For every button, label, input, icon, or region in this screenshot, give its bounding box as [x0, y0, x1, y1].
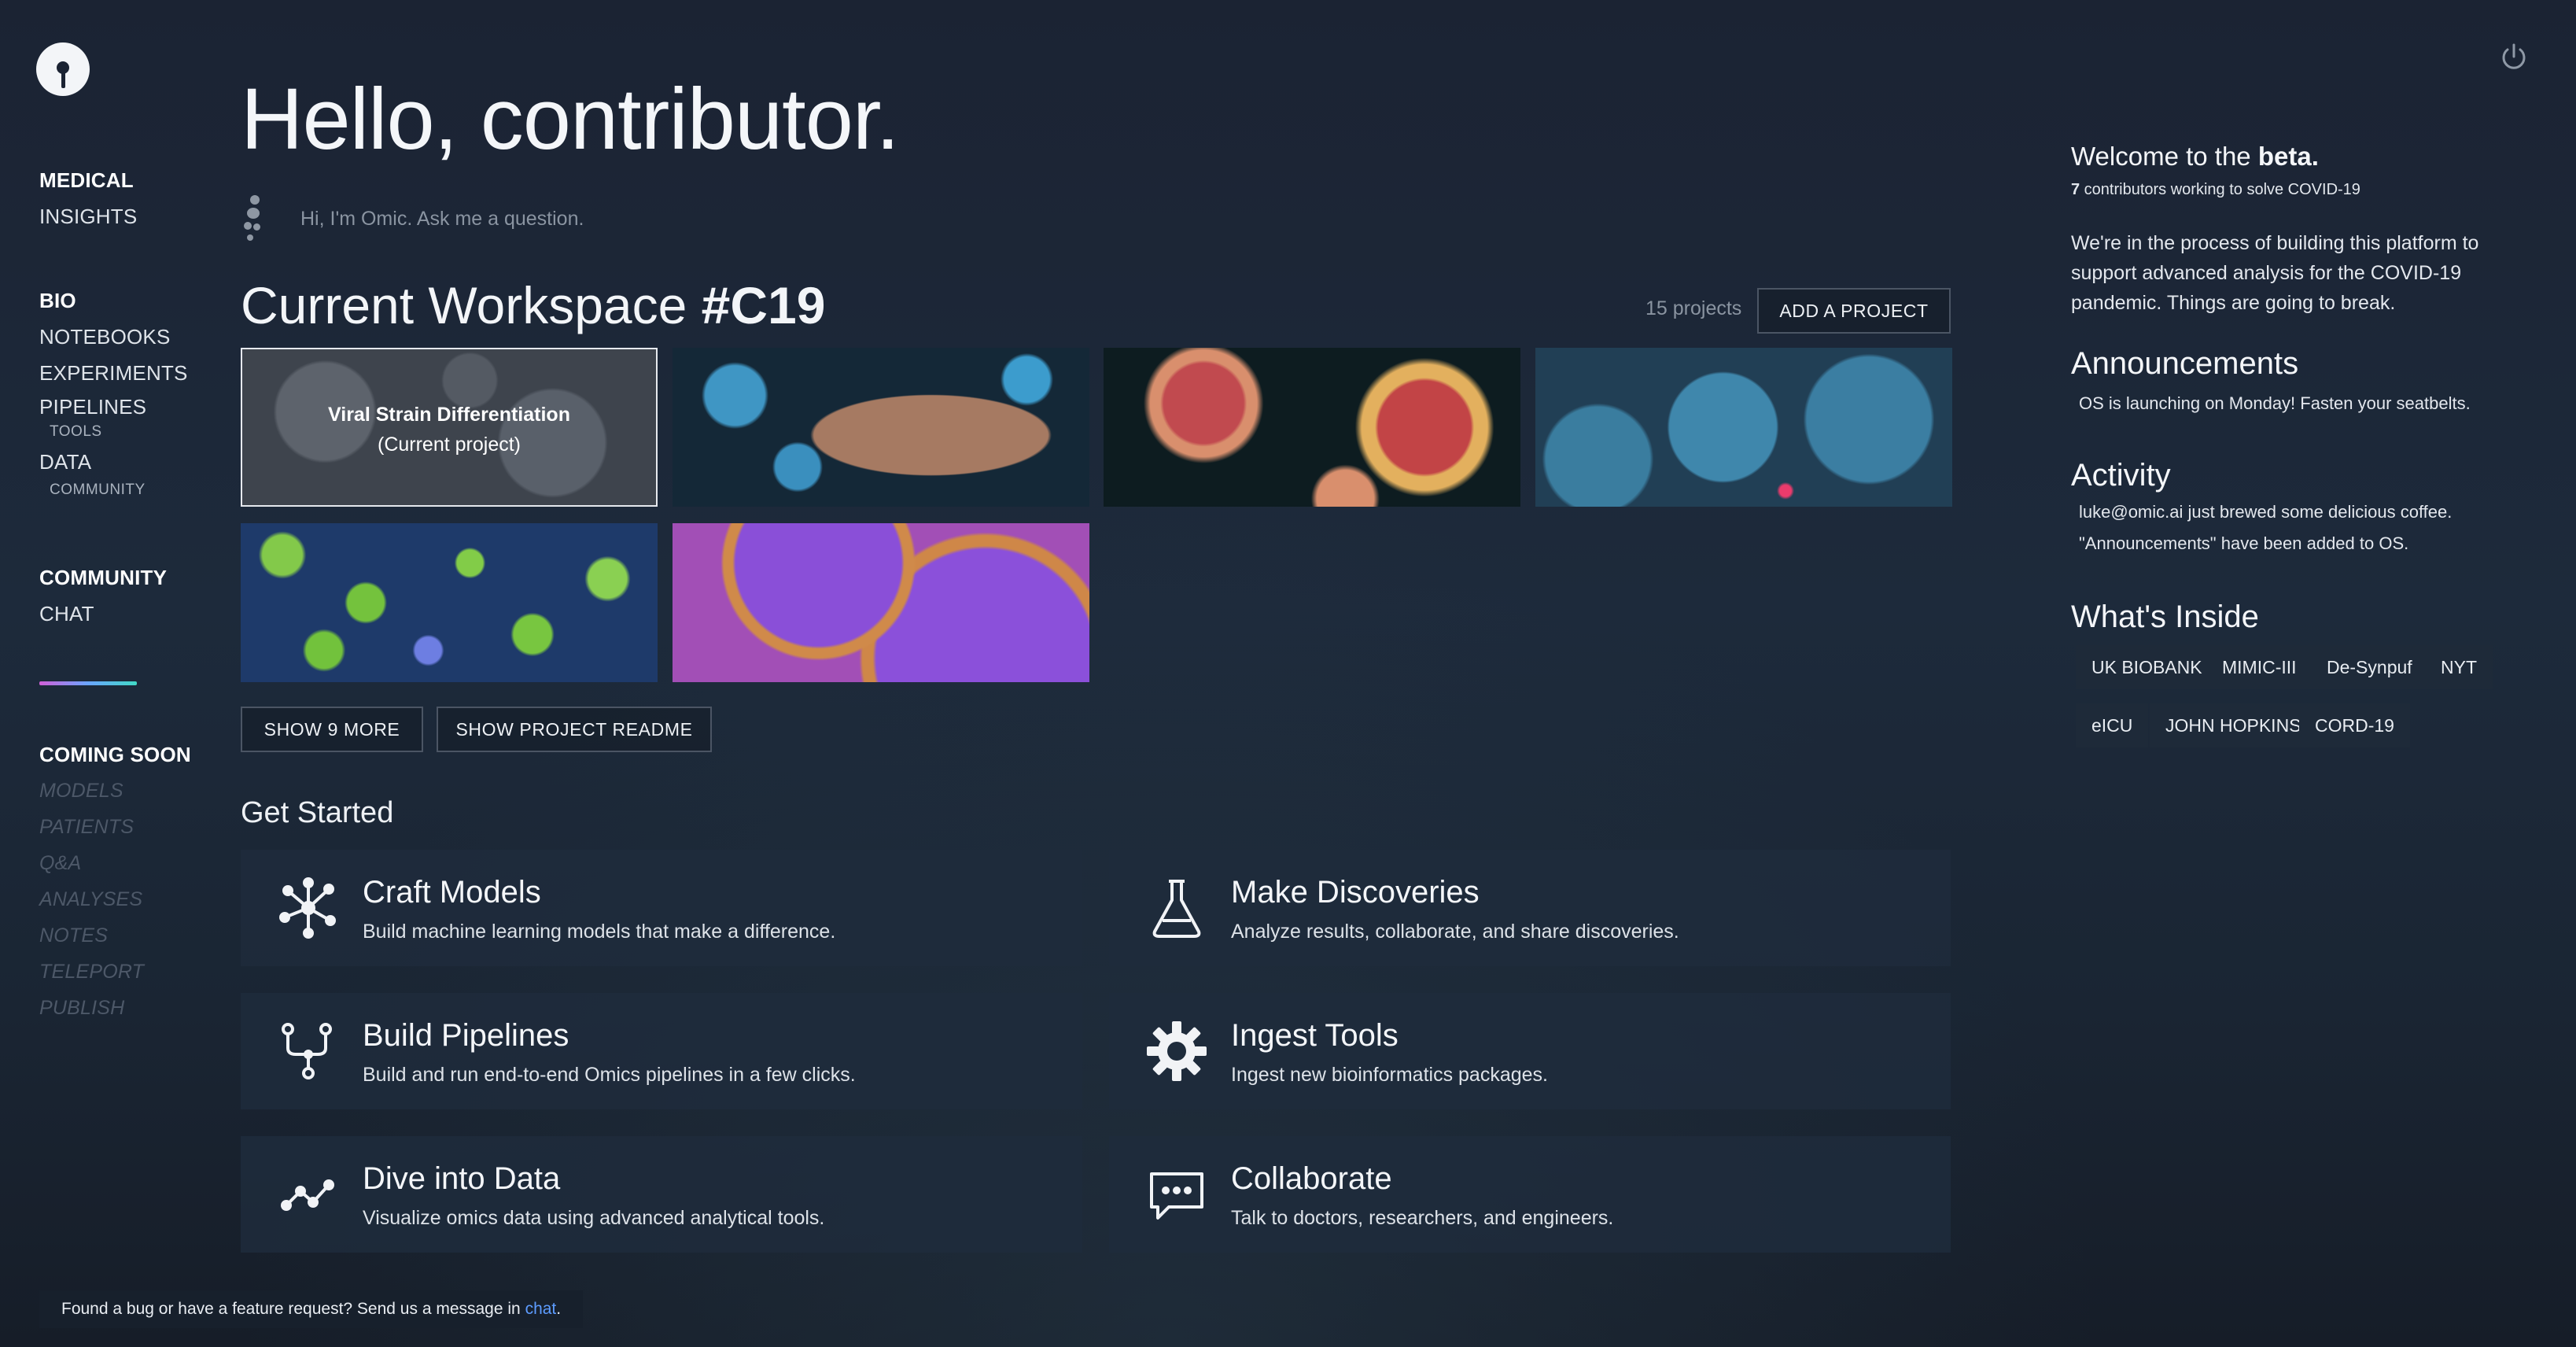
card-desc: Visualize omics data using advanced anal… — [363, 1207, 825, 1229]
chat-link[interactable]: chat — [525, 1300, 557, 1318]
greeting-title: Hello, contributor. — [241, 71, 900, 168]
card-craft-models[interactable]: Craft Models Build machine learning mode… — [241, 850, 1082, 966]
sidebar-item-chat[interactable]: CHAT — [39, 596, 167, 632]
power-icon[interactable] — [2498, 41, 2530, 72]
dataset-chip-de-synpuf[interactable]: De-Synpuf — [2311, 645, 2428, 689]
show-more-button[interactable]: SHOW 9 MORE — [241, 707, 423, 752]
workspace-tag: #C19 — [701, 276, 826, 334]
omic-logo[interactable] — [36, 42, 90, 96]
sidebar-item-notebooks[interactable]: NOTEBOOKS — [39, 319, 188, 355]
sidebar-subitem-tools[interactable]: TOOLS — [50, 423, 188, 441]
soon-item-models: MODELS — [39, 780, 123, 802]
soon-item-patients: PATIENTS — [39, 816, 135, 838]
card-title: Make Discoveries — [1231, 875, 1480, 910]
card-dive-into-data[interactable]: Dive into Data Visualize omics data usin… — [241, 1136, 1082, 1253]
project-tile[interactable] — [673, 348, 1089, 507]
contributors-count: 7 — [2071, 181, 2080, 198]
card-title: Build Pipelines — [363, 1018, 569, 1053]
pipeline-icon — [277, 1020, 340, 1083]
line-chart-icon — [277, 1163, 340, 1226]
soon-item-teleport: TELEPORT — [39, 961, 145, 983]
project-tile[interactable] — [1535, 348, 1952, 507]
announcement-text: OS is launching on Monday! Fasten your s… — [2079, 393, 2471, 413]
dataset-chip-mimic[interactable]: MIMIC-III — [2206, 645, 2313, 689]
sidebar-item-insights[interactable]: INSIGHTS — [39, 198, 137, 234]
soon-item-notes: NOTES — [39, 924, 109, 947]
welcome-prefix: Welcome to the — [2071, 142, 2258, 171]
omic-bot-icon — [241, 194, 264, 244]
feedback-banner: Found a bug or have a feature request? S… — [39, 1290, 584, 1328]
project-count: 15 projects — [1645, 297, 1742, 319]
sidebar-head-bio: BIO — [39, 289, 76, 312]
welcome-heading: Welcome to the beta. — [2071, 142, 2319, 172]
sidebar-head-community: COMMUNITY — [39, 566, 168, 589]
workspace-title-prefix: Current Workspace — [241, 276, 687, 334]
sidebar-bio: BIO NOTEBOOKS EXPERIMENTS PIPELINES TOOL… — [39, 282, 188, 498]
card-title: Collaborate — [1231, 1161, 1392, 1196]
assistant-prompt[interactable]: Hi, I'm Omic. Ask me a question. — [241, 194, 584, 244]
sidebar-subitem-community[interactable]: COMMUNITY — [50, 482, 188, 498]
announcements-title: Announcements — [2071, 346, 2299, 381]
workspace-title: Current Workspace #C19 — [241, 275, 825, 335]
beta-blurb: We're in the process of building this pl… — [2071, 232, 2479, 314]
feedback-end: . — [556, 1300, 562, 1318]
assistant-placeholder[interactable]: Hi, I'm Omic. Ask me a question. — [300, 208, 584, 231]
card-desc: Talk to doctors, researchers, and engine… — [1231, 1207, 1614, 1229]
sidebar-nav: MEDICAL INSIGHTS — [39, 162, 137, 234]
activity-item: "Announcements" have been added to OS. — [2079, 533, 2409, 553]
show-readme-button[interactable]: SHOW PROJECT README — [437, 707, 712, 752]
card-build-pipelines[interactable]: Build Pipelines Build and run end-to-end… — [241, 993, 1082, 1109]
dataset-chip-cord-19[interactable]: CORD-19 — [2299, 703, 2410, 747]
welcome-beta: beta. — [2257, 142, 2319, 171]
card-make-discoveries[interactable]: Make Discoveries Analyze results, collab… — [1109, 850, 1951, 966]
card-desc: Ingest new bioinformatics packages. — [1231, 1064, 1548, 1086]
card-desc: Build and run end-to-end Omics pipelines… — [363, 1064, 856, 1086]
soon-item-publish: PUBLISH — [39, 997, 125, 1019]
card-collaborate[interactable]: Collaborate Talk to doctors, researchers… — [1109, 1136, 1951, 1253]
sidebar-item-data[interactable]: DATA — [39, 441, 188, 482]
sidebar-divider — [39, 681, 137, 685]
project-tile[interactable] — [673, 523, 1089, 682]
dataset-chip-eicu[interactable]: eICU — [2076, 703, 2149, 747]
activity-title: Activity — [2071, 458, 2171, 493]
card-title: Craft Models — [363, 875, 541, 910]
sidebar-head-coming-soon: COMING SOON — [39, 743, 191, 766]
activity-item: luke@omic.ai just brewed some delicious … — [2079, 502, 2453, 522]
card-desc: Build machine learning models that make … — [363, 921, 836, 943]
current-project-name: Viral Strain Differentiation — [328, 404, 570, 426]
soon-item-analyses: ANALYSES — [39, 888, 143, 910]
card-title: Dive into Data — [363, 1161, 561, 1196]
card-desc: Analyze results, collaborate, and share … — [1231, 921, 1679, 943]
get-started-title: Get Started — [241, 796, 394, 829]
flask-icon — [1145, 876, 1208, 939]
add-project-button[interactable]: ADD A PROJECT — [1757, 288, 1951, 334]
chat-icon — [1145, 1163, 1208, 1226]
dataset-chip-john-hopkins[interactable]: JOHN HOPKINS — [2150, 703, 2317, 747]
contributors-text: contributors working to solve COVID-19 — [2080, 181, 2360, 198]
dataset-chip-nyt[interactable]: NYT — [2425, 645, 2493, 689]
sidebar-community: COMMUNITY CHAT — [39, 559, 167, 632]
project-tile[interactable] — [1104, 348, 1520, 507]
sidebar-coming-soon: COMING SOON MODELS PATIENTS Q&A ANALYSES… — [39, 736, 191, 1026]
gear-icon — [1145, 1020, 1208, 1083]
network-icon — [277, 876, 340, 939]
contributors-line: 7 contributors working to solve COVID-19 — [2071, 175, 2360, 205]
project-tile-current[interactable]: Viral Strain Differentiation (Current pro… — [241, 348, 658, 507]
soon-item-qa: Q&A — [39, 852, 82, 874]
card-ingest-tools[interactable]: Ingest Tools Ingest new bioinformatics p… — [1109, 993, 1951, 1109]
sidebar-item-pipelines[interactable]: PIPELINES — [39, 391, 188, 423]
sidebar-item-experiments[interactable]: EXPERIMENTS — [39, 355, 188, 391]
current-project-note: (Current project) — [378, 434, 521, 456]
project-tile[interactable] — [241, 523, 658, 682]
card-title: Ingest Tools — [1231, 1018, 1399, 1053]
dataset-chip-uk-biobank[interactable]: UK BIOBANK — [2076, 645, 2218, 689]
sidebar-head-medical: MEDICAL — [39, 168, 134, 192]
feedback-text: Found a bug or have a feature request? S… — [61, 1300, 525, 1318]
whats-inside-title: What's Inside — [2071, 600, 2259, 634]
